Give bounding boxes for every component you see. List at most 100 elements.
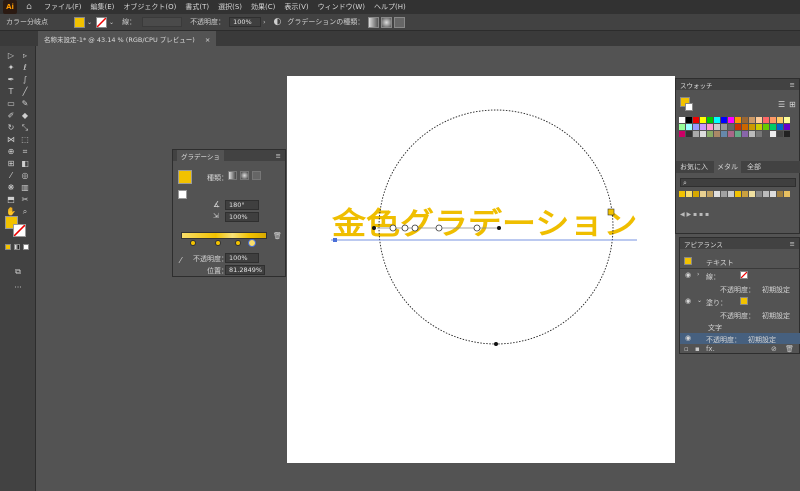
- tab-metal[interactable]: メタル: [714, 161, 741, 173]
- swatch-cell[interactable]: [784, 117, 790, 123]
- appearance-fill-swatch[interactable]: [740, 297, 748, 305]
- radial-gradient-icon[interactable]: [240, 171, 249, 180]
- swatch-cell[interactable]: [756, 117, 762, 123]
- swatch-stroke-preview[interactable]: [685, 103, 693, 111]
- gradient-tool-icon[interactable]: ◧: [19, 158, 31, 170]
- add-fill-icon[interactable]: ▪: [695, 345, 700, 353]
- recolor-icon[interactable]: ◐: [273, 17, 281, 27]
- aspect-ratio-input[interactable]: 100%: [225, 212, 259, 222]
- screen-mode-icon[interactable]: ⧉: [12, 266, 24, 278]
- zoom-tool-icon[interactable]: ⌕: [19, 206, 31, 218]
- delete-item-icon[interactable]: 🗑: [785, 345, 794, 353]
- width-tool-icon[interactable]: ⋈: [5, 134, 17, 146]
- swatch-cell[interactable]: [742, 131, 748, 137]
- metal-swatch-cell[interactable]: [714, 191, 720, 197]
- metal-swatch-cell[interactable]: [756, 191, 762, 197]
- metal-swatch-cell[interactable]: [742, 191, 748, 197]
- freeform-gradient-icon[interactable]: [394, 16, 406, 28]
- eye-icon[interactable]: ◉: [685, 271, 691, 279]
- swatch-cell[interactable]: [679, 131, 685, 137]
- list-view-icon[interactable]: ☰: [778, 100, 785, 109]
- metal-swatch-cell[interactable]: [763, 191, 769, 197]
- metal-swatch-cell[interactable]: [721, 191, 727, 197]
- swatch-cell[interactable]: [777, 131, 783, 137]
- swatch-cell[interactable]: [700, 131, 706, 137]
- delete-stop-icon[interactable]: 🗑: [273, 232, 282, 240]
- shaper-tool-icon[interactable]: ✐: [5, 110, 17, 122]
- menu-view[interactable]: 表示(V): [284, 2, 308, 12]
- stroke-color-box[interactable]: [13, 224, 26, 237]
- artboard-tool-icon[interactable]: ⬒: [5, 194, 17, 206]
- menu-select[interactable]: 選択(S): [218, 2, 242, 12]
- metal-swatch-cell[interactable]: [784, 191, 790, 197]
- swatch-cell[interactable]: [784, 131, 790, 137]
- swatch-cell[interactable]: [777, 124, 783, 130]
- swatch-footer-icons[interactable]: ◀ ▶ ▪ ▪ ▪: [680, 211, 709, 218]
- color-mode-icon[interactable]: [5, 244, 11, 250]
- eye-icon[interactable]: ◉: [685, 334, 691, 342]
- swatch-cell[interactable]: [763, 124, 769, 130]
- stroke-swatch[interactable]: [96, 16, 108, 28]
- eraser-icon[interactable]: ◆: [19, 110, 31, 122]
- swatch-search-input[interactable]: ⌕: [680, 178, 796, 187]
- chevron-right-icon[interactable]: ›: [263, 19, 265, 26]
- gradient-opacity-input[interactable]: 100%: [225, 253, 259, 263]
- direct-selection-tool-icon[interactable]: ▹: [19, 50, 31, 62]
- metal-swatch-cell[interactable]: [679, 191, 685, 197]
- free-transform-icon[interactable]: ⬚: [19, 134, 31, 146]
- magic-wand-icon[interactable]: ✦: [5, 62, 17, 74]
- swatch-cell[interactable]: [777, 117, 783, 123]
- chevron-down-icon[interactable]: ⌄: [87, 19, 92, 26]
- swatch-cell[interactable]: [707, 124, 713, 130]
- swatch-cell[interactable]: [679, 117, 685, 123]
- swatch-cell[interactable]: [749, 117, 755, 123]
- add-stroke-icon[interactable]: ▫: [684, 345, 689, 353]
- swatch-cell[interactable]: [700, 117, 706, 123]
- fx-label[interactable]: fx.: [706, 345, 715, 353]
- appearance-opacity2-value[interactable]: 初期設定: [762, 311, 790, 321]
- swatch-cell[interactable]: [679, 124, 685, 130]
- swatch-cell[interactable]: [714, 124, 720, 130]
- metal-swatch-cell[interactable]: [735, 191, 741, 197]
- close-icon[interactable]: ×: [205, 36, 210, 44]
- swatch-cell[interactable]: [770, 124, 776, 130]
- gradient-mode-icon[interactable]: [14, 244, 20, 250]
- grid-view-icon[interactable]: ⊞: [789, 100, 796, 109]
- swatch-cell[interactable]: [714, 131, 720, 137]
- eyedropper-icon[interactable]: ⁄: [180, 256, 181, 265]
- swatch-cell[interactable]: [742, 117, 748, 123]
- color-stop[interactable]: [215, 240, 221, 246]
- menu-window[interactable]: ウィンドウ(W): [318, 2, 365, 12]
- swatch-cell[interactable]: [693, 124, 699, 130]
- selection-tool-icon[interactable]: ▷: [5, 50, 17, 62]
- metal-swatch-cell[interactable]: [777, 191, 783, 197]
- linear-gradient-icon[interactable]: [228, 171, 237, 180]
- column-graph-icon[interactable]: ▥: [19, 182, 31, 194]
- swatch-cell[interactable]: [735, 117, 741, 123]
- swatch-cell[interactable]: [721, 124, 727, 130]
- menu-type[interactable]: 書式(T): [185, 2, 209, 12]
- swatch-cell[interactable]: [770, 131, 776, 137]
- gradient-stroke-swatch[interactable]: [178, 190, 187, 199]
- swatch-cell[interactable]: [714, 117, 720, 123]
- location-input[interactable]: 81.2849%: [225, 265, 265, 275]
- appearance-panel-tab[interactable]: アピアランス: [684, 239, 723, 249]
- paintbrush-icon[interactable]: ✎: [19, 98, 31, 110]
- tab-favorites[interactable]: お気に入: [680, 162, 708, 172]
- chevron-down-icon[interactable]: ⌄: [109, 19, 114, 26]
- appearance-stroke-swatch[interactable]: [740, 271, 748, 279]
- type-tool-icon[interactable]: T: [5, 86, 17, 98]
- freeform-gradient-icon[interactable]: [252, 171, 261, 180]
- rectangle-tool-icon[interactable]: ▭: [5, 98, 17, 110]
- slice-tool-icon[interactable]: ✂: [19, 194, 31, 206]
- swatch-cell[interactable]: [749, 124, 755, 130]
- swatch-cell[interactable]: [728, 124, 734, 130]
- metal-swatch-cell[interactable]: [749, 191, 755, 197]
- more-tools-icon[interactable]: ···: [12, 282, 24, 294]
- color-stop-selected[interactable]: [248, 239, 256, 247]
- swatch-cell[interactable]: [784, 124, 790, 130]
- perspective-grid-icon[interactable]: ⌗: [19, 146, 31, 158]
- gradient-slider[interactable]: [181, 232, 267, 239]
- scale-tool-icon[interactable]: ⤡: [19, 122, 31, 134]
- eyedropper-icon[interactable]: ⁄: [5, 170, 17, 182]
